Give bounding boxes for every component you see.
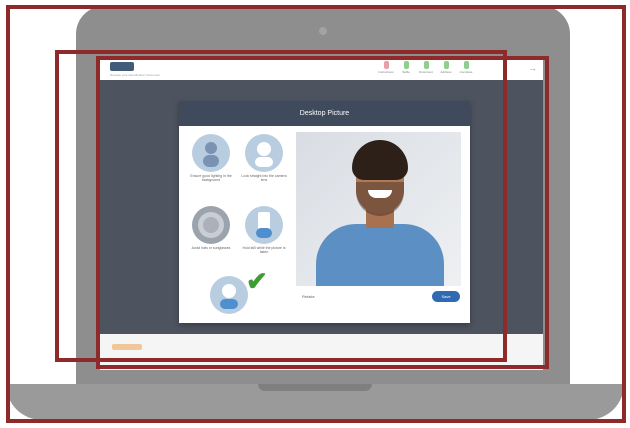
step-indicator xyxy=(423,61,429,69)
instruction-list: Ensure good lighting in the background L… xyxy=(179,126,297,323)
laptop-screen: Develop your Identification Document Ins… xyxy=(100,58,543,370)
step-label: Instructions xyxy=(378,70,394,74)
instruction-caption: Ensure good lighting in the background xyxy=(190,174,232,183)
app-topbar: Develop your Identification Document Ins… xyxy=(100,58,543,80)
portrait-hair xyxy=(352,140,408,180)
camera-preview xyxy=(296,132,461,286)
desktop-picture-modal: Desktop Picture Ensure good lighting in … xyxy=(179,101,470,323)
app-subtitle: Develop your Identification Document xyxy=(110,73,160,77)
instruction-item xyxy=(209,276,249,314)
modal-title: Desktop Picture xyxy=(179,101,470,126)
bottom-bar xyxy=(100,334,543,370)
instruction-item: Hold still while the picture is taken xyxy=(239,206,289,254)
arrow-right-icon[interactable]: → xyxy=(528,63,537,73)
step-indicator xyxy=(463,61,469,69)
person-lighting-icon xyxy=(192,134,230,172)
step-selfie[interactable]: Selfie xyxy=(399,61,413,74)
hold-still-icon xyxy=(245,206,283,244)
no-glasses-icon xyxy=(192,206,230,244)
app-logo xyxy=(110,62,134,71)
status-badge xyxy=(112,344,142,350)
step-address[interactable]: Address xyxy=(439,61,453,74)
instruction-item: Ensure good lighting in the background xyxy=(187,134,235,182)
save-button[interactable]: Save xyxy=(432,291,460,302)
step-label: Selfie xyxy=(402,70,410,74)
step-label: Document xyxy=(419,70,433,74)
face-front-icon xyxy=(245,134,283,172)
step-indicator xyxy=(403,61,409,69)
step-indicator xyxy=(383,61,389,69)
step-label: Complete xyxy=(459,70,473,74)
portrait-shirt xyxy=(316,224,444,286)
instruction-item: Look straight into the camera lens xyxy=(239,134,289,182)
progress-steps: Instructions Selfie Document Address Com… xyxy=(378,61,473,74)
instruction-caption: Hold still while the picture is taken xyxy=(242,246,286,255)
instruction-caption: Avoid hats or sunglasses xyxy=(191,246,231,250)
checkmark-icon: ✔ xyxy=(246,266,268,296)
step-instructions[interactable]: Instructions xyxy=(378,61,394,74)
webcam-icon xyxy=(319,27,327,35)
step-label: Address xyxy=(440,70,452,74)
step-indicator xyxy=(443,61,449,69)
portrait-beard xyxy=(356,182,404,216)
instruction-caption: Look straight into the camera lens xyxy=(241,174,287,183)
step-complete[interactable]: Complete xyxy=(459,61,473,74)
face-check-icon xyxy=(210,276,248,314)
laptop-notch xyxy=(258,384,372,391)
instruction-item: Avoid hats or sunglasses xyxy=(187,206,235,250)
step-document[interactable]: Document xyxy=(419,61,433,74)
retake-button[interactable]: Retake xyxy=(302,294,315,299)
